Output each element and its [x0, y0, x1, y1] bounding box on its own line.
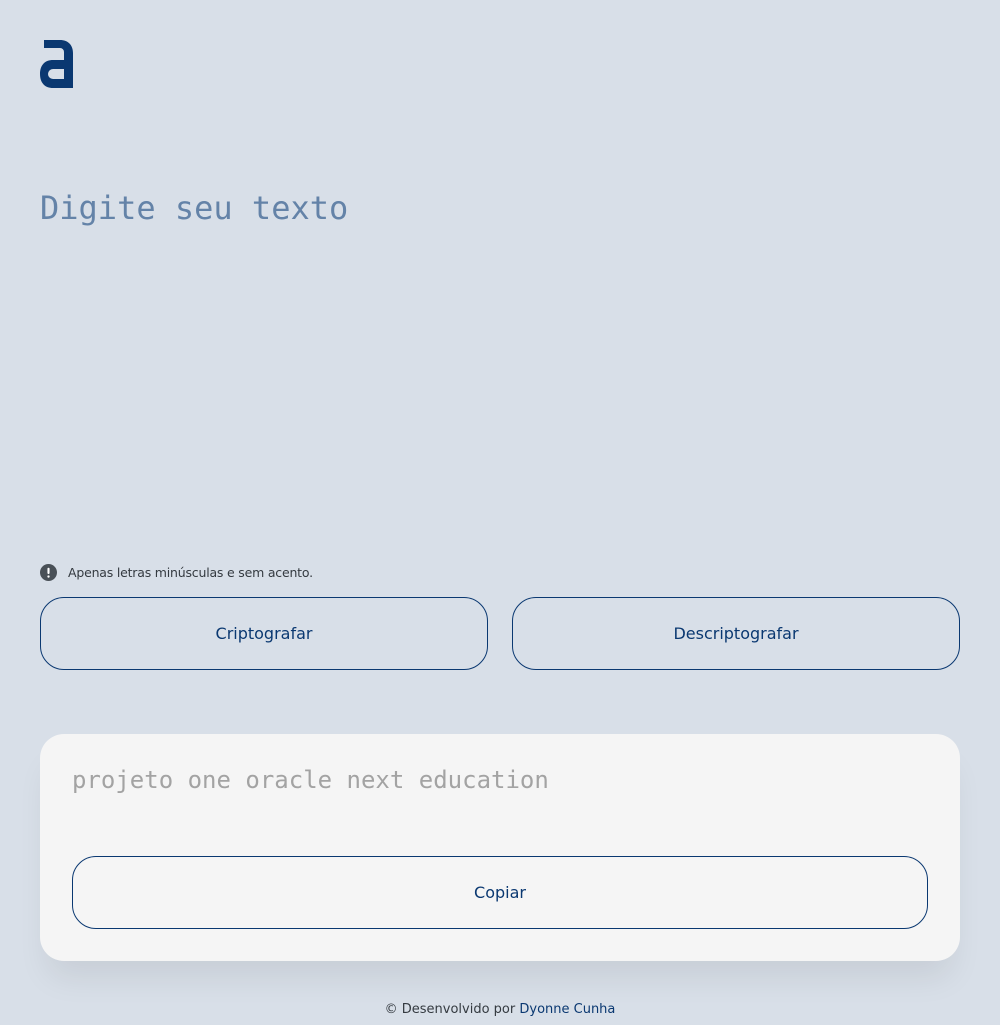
decrypt-button[interactable]: Descriptografar: [512, 597, 960, 670]
author-link[interactable]: Dyonne Cunha: [519, 1002, 615, 1017]
hint-text: Apenas letras minúsculas e sem acento.: [68, 564, 313, 580]
encrypt-button[interactable]: Criptografar: [40, 597, 488, 670]
footer-prefix: © Desenvolvido por: [384, 1002, 516, 1017]
copy-button[interactable]: Copiar: [72, 856, 928, 929]
alura-logo-icon[interactable]: [40, 40, 73, 88]
exclamation-circle-icon: [40, 563, 57, 581]
text-input[interactable]: [40, 180, 960, 540]
output-text: projeto one oracle next education: [72, 766, 549, 794]
footer: © Desenvolvido por Dyonne Cunha: [0, 1001, 1000, 1019]
input-hint: Apenas letras minúsculas e sem acento.: [40, 563, 313, 581]
output-panel: projeto one oracle next education Copiar: [40, 734, 960, 961]
